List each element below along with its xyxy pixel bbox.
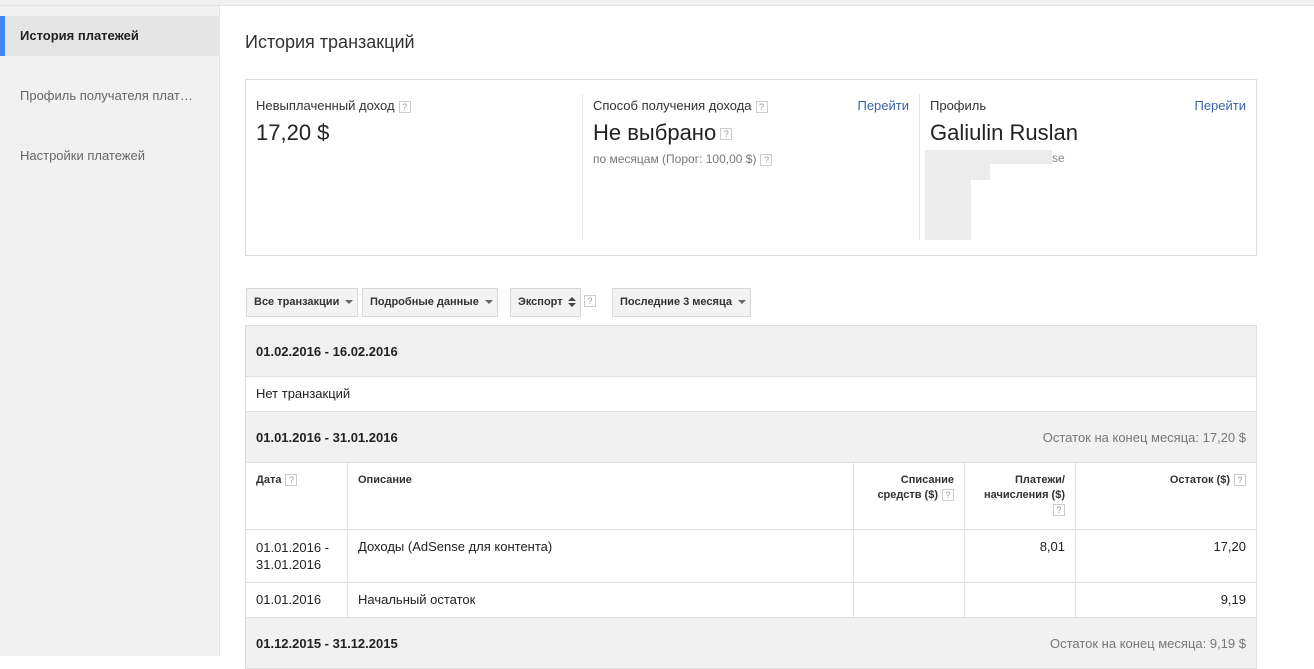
caret-down-icon <box>345 300 354 305</box>
transactions-filter-dropdown[interactable]: Все транзакции <box>246 288 358 317</box>
profile-link[interactable]: Перейти <box>1194 98 1246 113</box>
row-description: Начальный остаток <box>348 583 854 617</box>
period-header-row: 01.02.2016 - 16.02.2016 <box>246 326 1256 377</box>
help-icon[interactable]: ? <box>1234 474 1246 487</box>
row-debit <box>854 530 965 583</box>
payment-method-label: Способ получения дохода? <box>593 98 768 113</box>
column-header-date-text: Дата <box>256 474 282 486</box>
help-icon[interactable]: ? <box>1053 504 1065 517</box>
payment-method-card: Способ получения дохода? Перейти Не выбр… <box>593 94 920 240</box>
period-end-balance: Остаток на конец месяца: 9,19 $ <box>1049 636 1246 651</box>
profile-card: Профиль Перейти Galiulin Ruslan se <box>925 94 1246 240</box>
export-help-icon[interactable]: ? <box>584 295 596 307</box>
payment-method-label-text: Способ получения дохода <box>593 98 752 113</box>
help-icon[interactable]: ? <box>760 153 773 166</box>
payment-schedule-text-value: по месяцам (Порог: 100,00 $) <box>593 152 757 166</box>
payment-method-value-text: Не выбрано <box>593 120 717 145</box>
help-icon[interactable]: ? <box>720 128 733 141</box>
details-dropdown[interactable]: Подробные данные <box>362 288 498 317</box>
caret-down-icon <box>737 300 746 305</box>
transactions-table: 01.02.2016 - 16.02.2016 Нет транзакций 0… <box>245 325 1257 669</box>
unpaid-earnings-card: Невыплаченный доход? 17,20 $ <box>256 94 583 240</box>
date-range-dropdown[interactable]: Последние 3 месяца <box>612 288 751 317</box>
row-payments: 8,01 <box>965 530 1076 583</box>
transactions-filter-label: Все транзакции <box>254 296 340 308</box>
address-fragment: se <box>1052 151 1065 165</box>
unpaid-earnings-label-text: Невыплаченный доход <box>256 98 395 113</box>
table-row: 01.01.2016 Начальный остаток 9,19 <box>246 583 1256 618</box>
table-header-row: Дата? Описание Списание средств ($)? Пла… <box>246 463 1256 530</box>
period-dates: 01.01.2016 - 31.01.2016 <box>256 430 398 445</box>
help-icon[interactable]: ? <box>285 474 298 487</box>
main-content: История транзакций Невыплаченный доход? … <box>220 6 1314 669</box>
row-date: 01.01.2016 <box>246 583 348 617</box>
row-balance: 17,20 <box>1213 539 1246 554</box>
column-header-payments: Платежи/ начисления ($)? <box>965 463 1076 529</box>
summary-panel: Невыплаченный доход? 17,20 $ Способ полу… <box>245 79 1257 256</box>
row-date: 01.01.2016 - 31.01.2016 <box>246 530 348 583</box>
table-row: 01.01.2016 - 31.01.2016 Доходы (AdSense … <box>246 530 1256 583</box>
period-header-row: 01.01.2016 - 31.01.2016 Остаток на конец… <box>246 412 1256 463</box>
period-dates: 01.12.2015 - 31.12.2015 <box>256 636 398 651</box>
sidebar-item-payee-profile[interactable]: Профиль получателя плат… <box>0 76 220 116</box>
period-dates: 01.02.2016 - 16.02.2016 <box>256 344 398 359</box>
column-header-payments-text: Платежи/ начисления ($) <box>983 474 1065 501</box>
column-header-balance: Остаток ($)? <box>1076 463 1256 529</box>
column-header-balance-text: Остаток ($) <box>1169 474 1230 486</box>
row-balance: 9,19 <box>1220 592 1246 607</box>
no-transactions-message: Нет транзакций <box>246 377 1256 412</box>
column-header-description: Описание <box>348 463 854 529</box>
sidebar-item-payment-settings[interactable]: Настройки платежей <box>0 136 220 176</box>
column-header-date: Дата? <box>246 463 348 529</box>
row-debit <box>854 583 965 617</box>
payment-method-value: Не выбрано? <box>593 120 733 146</box>
payment-method-link[interactable]: Перейти <box>857 98 909 113</box>
profile-name: Galiulin Ruslan <box>930 120 1078 145</box>
date-range-label: Последние 3 месяца <box>620 296 732 308</box>
sort-updown-icon <box>567 296 576 308</box>
unpaid-earnings-value: 17,20 $ <box>256 120 330 145</box>
profile-label: Профиль <box>930 98 987 113</box>
export-dropdown[interactable]: Экспорт <box>510 288 581 317</box>
period-header-row: 01.12.2015 - 31.12.2015 Остаток на конец… <box>246 618 1256 669</box>
details-label: Подробные данные <box>370 296 479 308</box>
export-label: Экспорт <box>518 296 563 308</box>
period-end-balance: Остаток на конец месяца: 17,20 $ <box>1042 430 1246 445</box>
column-header-debit: Списание средств ($)? <box>854 463 965 529</box>
unpaid-earnings-label: Невыплаченный доход? <box>256 98 411 113</box>
help-icon[interactable]: ? <box>755 100 768 113</box>
sidebar-item-payment-history[interactable]: История платежей <box>0 16 220 56</box>
row-payments <box>965 583 1076 617</box>
payment-schedule-text: по месяцам (Порог: 100,00 $)? <box>593 152 773 166</box>
help-icon[interactable]: ? <box>942 489 954 502</box>
page-title: История транзакций <box>245 32 415 52</box>
row-description: Доходы (AdSense для контента) <box>348 530 854 583</box>
caret-down-icon <box>484 300 493 305</box>
sidebar: История платежей Профиль получателя плат… <box>0 6 220 656</box>
help-icon[interactable]: ? <box>398 100 411 113</box>
